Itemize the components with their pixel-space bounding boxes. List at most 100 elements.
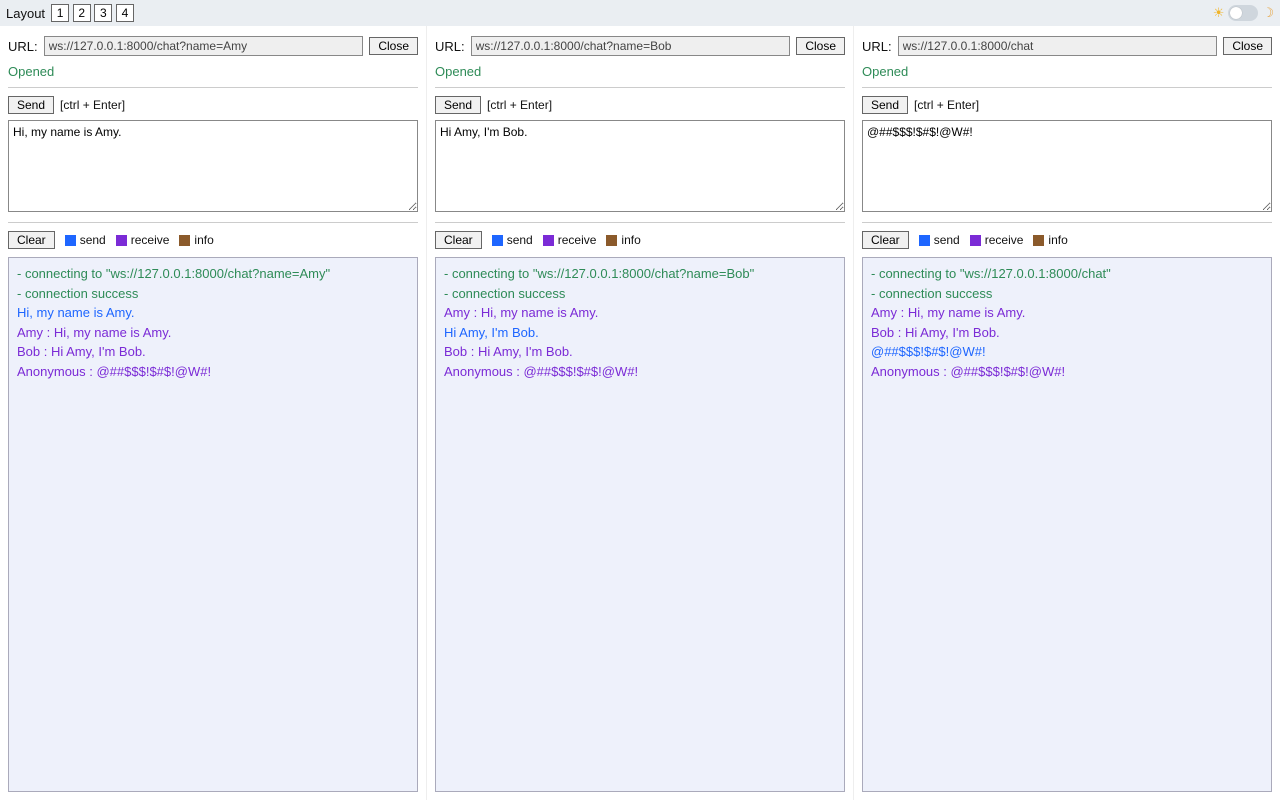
panel-2: URL: Close Opened Send [ctrl + Enter] @##$$$!…: [853, 26, 1280, 800]
log-line: - connecting to "ws://127.0.0.1:8000/cha…: [871, 264, 1263, 284]
log-box[interactable]: - connecting to "ws://127.0.0.1:8000/cha…: [8, 257, 418, 792]
url-input[interactable]: [898, 36, 1218, 56]
message-input[interactable]: Hi Amy, I'm Bob.: [435, 120, 845, 212]
send-button[interactable]: Send: [435, 96, 481, 114]
clear-button[interactable]: Clear: [435, 231, 482, 249]
legend-send: send: [919, 233, 960, 247]
log-line: @##$$$!$#$!@W#!: [871, 342, 1263, 362]
url-row: URL: Close: [862, 36, 1272, 56]
legend-info-label: info: [194, 233, 213, 247]
log-line: - connection success: [17, 284, 409, 304]
layout-button-3[interactable]: 3: [94, 4, 112, 22]
divider: [435, 87, 845, 88]
legend-send: send: [492, 233, 533, 247]
legend-send-swatch: [492, 235, 503, 246]
close-button[interactable]: Close: [796, 37, 845, 55]
panel-1: URL: Close Opened Send [ctrl + Enter] Hi Amy,…: [426, 26, 853, 800]
url-label: URL:: [435, 39, 465, 54]
layout-button-1[interactable]: 1: [51, 4, 69, 22]
legend-info: info: [1033, 233, 1067, 247]
legend-info: info: [606, 233, 640, 247]
legend-info-swatch: [1033, 235, 1044, 246]
close-button[interactable]: Close: [369, 37, 418, 55]
send-row: Send [ctrl + Enter]: [862, 96, 1272, 114]
message-input[interactable]: @##$$$!$#$!@W#!: [862, 120, 1272, 212]
url-row: URL: Close: [8, 36, 418, 56]
layout-button-4[interactable]: 4: [116, 4, 134, 22]
log-box[interactable]: - connecting to "ws://127.0.0.1:8000/cha…: [862, 257, 1272, 792]
panel-0: URL: Close Opened Send [ctrl + Enter] Hi, my …: [0, 26, 426, 800]
legend-receive-label: receive: [985, 233, 1024, 247]
legend-send-swatch: [65, 235, 76, 246]
log-line: Hi Amy, I'm Bob.: [444, 323, 836, 343]
divider: [8, 222, 418, 223]
legend-info-swatch: [179, 235, 190, 246]
log-line: - connection success: [444, 284, 836, 304]
divider: [435, 222, 845, 223]
log-line: Amy : Hi, my name is Amy.: [444, 303, 836, 323]
layout-label: Layout: [6, 6, 45, 21]
legend-receive-label: receive: [131, 233, 170, 247]
log-box[interactable]: - connecting to "ws://127.0.0.1:8000/cha…: [435, 257, 845, 792]
legend-receive-swatch: [116, 235, 127, 246]
log-line: Bob : Hi Amy, I'm Bob.: [871, 323, 1263, 343]
send-hint: [ctrl + Enter]: [914, 98, 979, 112]
divider: [862, 87, 1272, 88]
log-line: Amy : Hi, my name is Amy.: [871, 303, 1263, 323]
legend-receive: receive: [116, 233, 170, 247]
log-line: Bob : Hi Amy, I'm Bob.: [444, 342, 836, 362]
layout-buttons: 1 2 3 4: [51, 4, 134, 22]
clear-button[interactable]: Clear: [8, 231, 55, 249]
connection-status: Opened: [435, 64, 845, 79]
legend-row: Clear send receive info: [8, 231, 418, 249]
log-line: - connecting to "ws://127.0.0.1:8000/cha…: [17, 264, 409, 284]
legend-receive-swatch: [543, 235, 554, 246]
log-line: - connecting to "ws://127.0.0.1:8000/cha…: [444, 264, 836, 284]
url-row: URL: Close: [435, 36, 845, 56]
log-line: - connection success: [871, 284, 1263, 304]
log-line: Amy : Hi, my name is Amy.: [17, 323, 409, 343]
legend-receive: receive: [970, 233, 1024, 247]
legend-info-label: info: [621, 233, 640, 247]
legend-info-label: info: [1048, 233, 1067, 247]
topbar-left: Layout 1 2 3 4: [6, 4, 134, 22]
legend-send-swatch: [919, 235, 930, 246]
close-button[interactable]: Close: [1223, 37, 1272, 55]
log-line: Anonymous : @##$$$!$#$!@W#!: [17, 362, 409, 382]
legend-row: Clear send receive info: [862, 231, 1272, 249]
url-label: URL:: [8, 39, 38, 54]
send-row: Send [ctrl + Enter]: [435, 96, 845, 114]
send-hint: [ctrl + Enter]: [60, 98, 125, 112]
legend-send-label: send: [80, 233, 106, 247]
divider: [8, 87, 418, 88]
theme-switch[interactable]: [1228, 5, 1258, 21]
connection-status: Opened: [862, 64, 1272, 79]
legend-info-swatch: [606, 235, 617, 246]
divider: [862, 222, 1272, 223]
clear-button[interactable]: Clear: [862, 231, 909, 249]
log-line: Anonymous : @##$$$!$#$!@W#!: [871, 362, 1263, 382]
theme-toggle: ☀ ☽: [1213, 5, 1274, 21]
legend-receive-label: receive: [558, 233, 597, 247]
url-input[interactable]: [471, 36, 791, 56]
send-button[interactable]: Send: [862, 96, 908, 114]
connection-status: Opened: [8, 64, 418, 79]
legend-receive-swatch: [970, 235, 981, 246]
legend-send-label: send: [507, 233, 533, 247]
url-label: URL:: [862, 39, 892, 54]
legend-send-label: send: [934, 233, 960, 247]
send-button[interactable]: Send: [8, 96, 54, 114]
send-hint: [ctrl + Enter]: [487, 98, 552, 112]
legend-receive: receive: [543, 233, 597, 247]
sun-icon: ☀: [1213, 5, 1225, 21]
layout-button-2[interactable]: 2: [73, 4, 91, 22]
legend-send: send: [65, 233, 106, 247]
url-input[interactable]: [44, 36, 364, 56]
log-line: Bob : Hi Amy, I'm Bob.: [17, 342, 409, 362]
message-input[interactable]: Hi, my name is Amy.: [8, 120, 418, 212]
log-line: Hi, my name is Amy.: [17, 303, 409, 323]
moon-icon: ☽: [1262, 5, 1274, 21]
send-row: Send [ctrl + Enter]: [8, 96, 418, 114]
legend-info: info: [179, 233, 213, 247]
panels-container: URL: Close Opened Send [ctrl + Enter] Hi, my …: [0, 26, 1280, 800]
